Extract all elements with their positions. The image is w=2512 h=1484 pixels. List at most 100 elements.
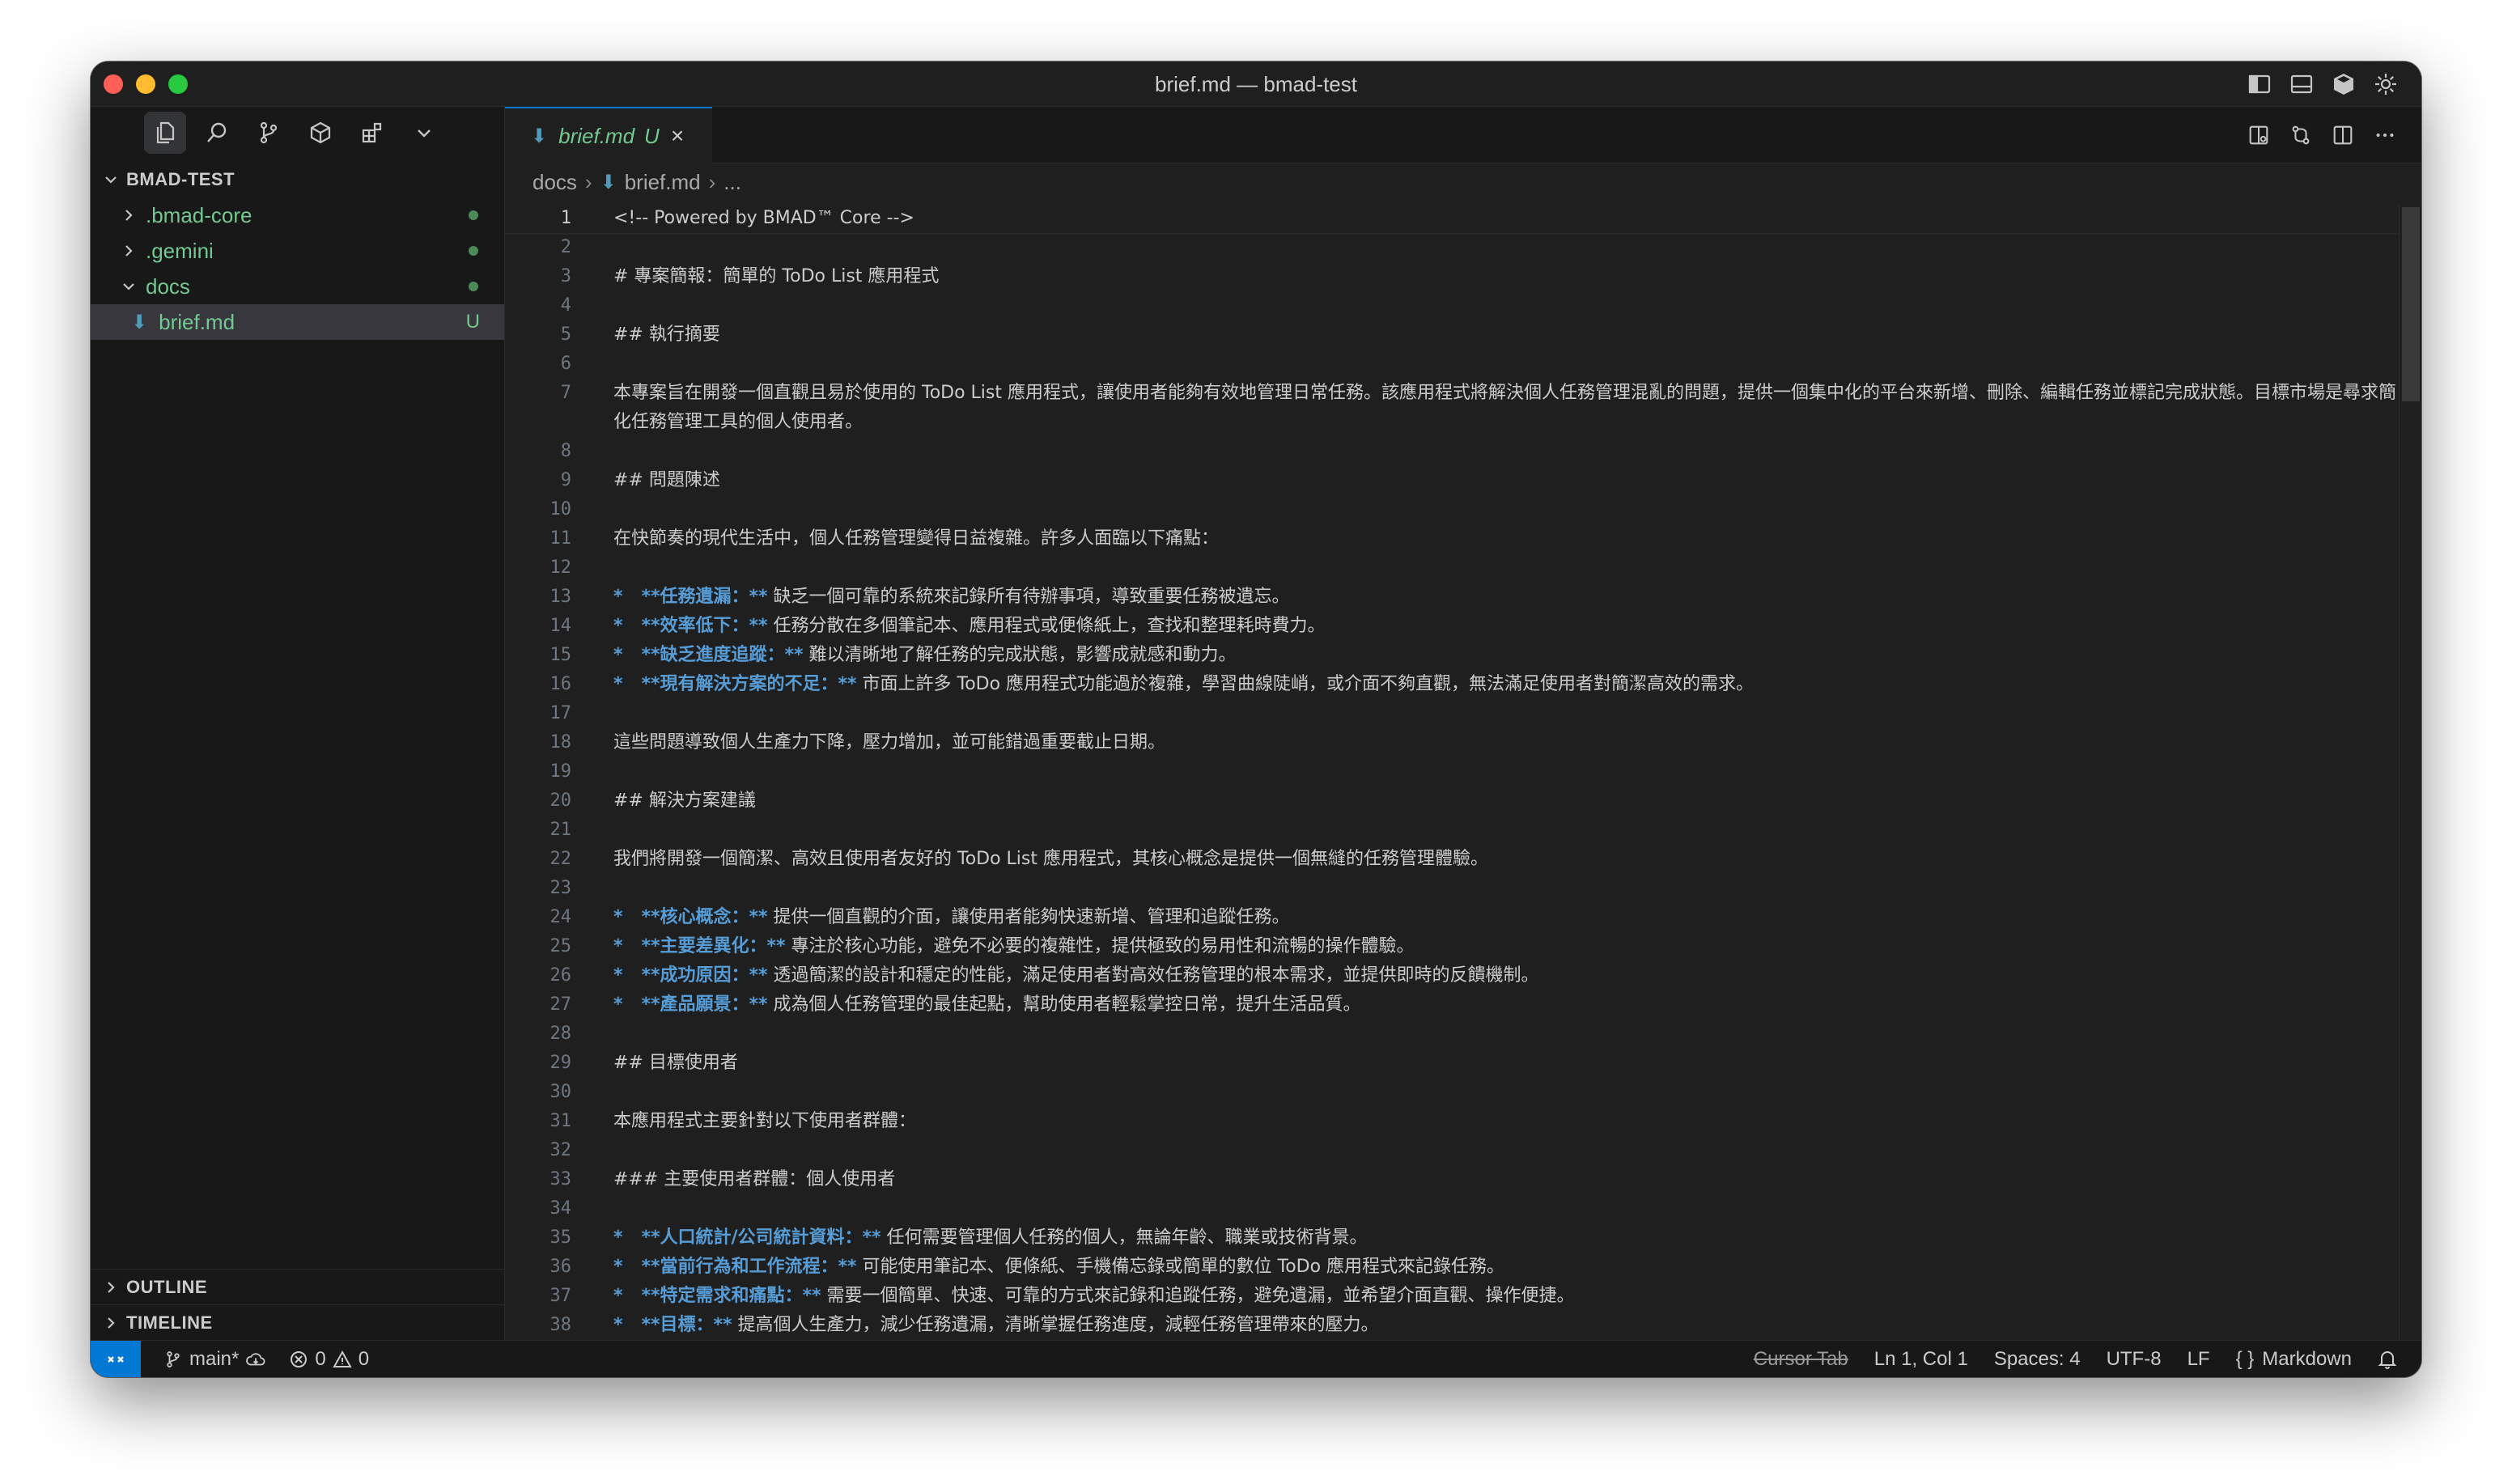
- code-line[interactable]: 15 * **缺乏進度追蹤：** 難以清晰地了解任務的完成狀態，影響成就感和動力。: [505, 641, 2399, 670]
- line-number: 18: [550, 732, 572, 753]
- line-text: * **人口統計/公司統計資料：** 任何需要管理個人任務的個人，無論年齡、職業…: [571, 1223, 2399, 1253]
- code-line[interactable]: 9 ## 問題陳述: [505, 466, 2399, 495]
- code-line[interactable]: 3 # 專案簡報：簡單的 ToDo List 應用程式: [505, 262, 2399, 291]
- code-line[interactable]: 2: [505, 233, 2399, 262]
- code-line[interactable]: 24 * **核心概念：** 提供一個直觀的介面，讓使用者能夠快速新增、管理和追蹤…: [505, 903, 2399, 932]
- chevron-down-icon: [418, 129, 431, 138]
- git-branch-status[interactable]: main*: [163, 1348, 266, 1371]
- code-line[interactable]: 19: [505, 757, 2399, 787]
- bold-token: * **核心概念：**: [613, 907, 768, 927]
- code-line[interactable]: 10: [505, 495, 2399, 524]
- tree-item-brief-md[interactable]: ⬇ brief.md U: [91, 304, 504, 340]
- line-text: [571, 757, 2399, 787]
- code-line[interactable]: 20 ## 解決方案建議: [505, 787, 2399, 816]
- source-control-button[interactable]: [248, 112, 290, 154]
- code-line[interactable]: 6: [505, 350, 2399, 379]
- code-line[interactable]: 36 * **當前行為和工作流程：** 可能使用筆記本、便條紙、手機備忘錄或簡單的…: [505, 1253, 2399, 1282]
- code-line[interactable]: 7 本專案旨在開發一個直觀且易於使用的 ToDo List 應用程式，讓使用者能夠…: [505, 379, 2399, 437]
- sync-cloud-icon[interactable]: [245, 1350, 266, 1369]
- code-line[interactable]: 26 * **成功原因：** 透過簡潔的設計和穩定的性能，滿足使用者對高效任務管理…: [505, 961, 2399, 990]
- code-line[interactable]: 8: [505, 437, 2399, 466]
- line-text: * **效率低下：** 任務分散在多個筆記本、應用程式或便條紙上，查找和整理耗時…: [571, 612, 2399, 641]
- line-text: ## 目標使用者: [571, 1049, 2399, 1078]
- timeline-panel-header[interactable]: TIMELINE: [91, 1304, 504, 1340]
- code-line[interactable]: 11 在快節奏的現代生活中，個人任務管理變得日益複雜。許多人面臨以下痛點：: [505, 524, 2399, 553]
- code-line[interactable]: 5 ## 執行摘要: [505, 320, 2399, 350]
- more-views-button[interactable]: [403, 112, 445, 154]
- code-line[interactable]: 13 * **任務遺漏：** 缺乏一個可靠的系統來記錄所有待辦事項，導致重要任務被…: [505, 583, 2399, 612]
- bold-token: * **任務遺漏：**: [613, 587, 768, 607]
- indentation-status[interactable]: Spaces: 4: [1994, 1348, 2081, 1371]
- search-button[interactable]: [196, 112, 238, 154]
- code-line[interactable]: 17: [505, 699, 2399, 728]
- code-line[interactable]: 32: [505, 1136, 2399, 1165]
- bold-token: * **成功原因：**: [613, 965, 768, 986]
- split-editor-icon[interactable]: [2331, 123, 2355, 147]
- more-actions-icon[interactable]: [2373, 123, 2397, 147]
- extensions-icon: [362, 122, 382, 143]
- code-line[interactable]: 14 * **效率低下：** 任務分散在多個筆記本、應用程式或便條紙上，查找和整理…: [505, 612, 2399, 641]
- code-line[interactable]: 35 * **人口統計/公司統計資料：** 任何需要管理個人任務的個人，無論年齡、…: [505, 1223, 2399, 1253]
- tree-item-label: .bmad-core: [146, 202, 252, 227]
- gear-icon[interactable]: [2373, 71, 2399, 97]
- code-line[interactable]: 18 這些問題導致個人生產力下降，壓力增加，並可能錯過重要截止日期。: [505, 728, 2399, 757]
- breadcrumb-docs[interactable]: docs: [533, 170, 577, 195]
- compare-changes-icon[interactable]: [2289, 123, 2313, 147]
- search-icon: [207, 122, 227, 142]
- code-line[interactable]: 27 * **產品願景：** 成為個人任務管理的最佳起點，幫助使用者輕鬆掌控日常，…: [505, 990, 2399, 1020]
- breadcrumb-file[interactable]: brief.md: [625, 170, 701, 195]
- encoding-status[interactable]: UTF-8: [2107, 1348, 2162, 1371]
- tab-label: brief.md: [558, 123, 635, 148]
- line-number: 35: [550, 1227, 572, 1248]
- tree-item-docs[interactable]: docs: [91, 269, 504, 304]
- tree-item-bmad-core[interactable]: .bmad-core: [91, 197, 504, 233]
- heading-token: ### 主要使用者群體：個人使用者: [613, 1169, 896, 1189]
- bell-icon[interactable]: [2378, 1349, 2397, 1370]
- explorer-root-header[interactable]: BMAD-TEST: [91, 162, 504, 197]
- toggle-panel-icon[interactable]: [2289, 71, 2315, 97]
- line-number: 6: [560, 354, 571, 374]
- cursor-tab-status[interactable]: Cursor Tab: [1754, 1348, 1848, 1371]
- code-line[interactable]: 37 * **特定需求和痛點：** 需要一個簡單、快速、可靠的方式來記錄和追蹤任務…: [505, 1282, 2399, 1311]
- code-line[interactable]: 34: [505, 1194, 2399, 1223]
- tree-item-gemini[interactable]: .gemini: [91, 233, 504, 269]
- eol-status[interactable]: LF: [2187, 1348, 2210, 1371]
- code-line[interactable]: 21: [505, 816, 2399, 845]
- cursor-position[interactable]: Ln 1, Col 1: [1874, 1348, 1968, 1371]
- code-editor[interactable]: 1 <!-- Powered by BMAD™ Core --> 2 3 # 專案簡報：…: [505, 204, 2399, 1340]
- toggle-primary-sidebar-icon[interactable]: [2247, 71, 2272, 97]
- code-line[interactable]: 29 ## 目標使用者: [505, 1049, 2399, 1078]
- breadcrumb-symbols[interactable]: ...: [723, 170, 741, 195]
- code-line[interactable]: 31 本應用程式主要針對以下使用者群體：: [505, 1107, 2399, 1136]
- code-line[interactable]: 28: [505, 1020, 2399, 1049]
- run-debug-button[interactable]: [299, 112, 342, 154]
- code-line[interactable]: 1 <!-- Powered by BMAD™ Core -->: [505, 204, 2399, 235]
- heading-token: ## 問題陳述: [613, 470, 720, 490]
- problems-status[interactable]: 0 0: [289, 1348, 369, 1371]
- outline-panel-header[interactable]: OUTLINE: [91, 1269, 504, 1304]
- code-line[interactable]: 25 * **主要差異化：** 專注於核心功能，避免不必要的複雜性，提供極致的易用…: [505, 932, 2399, 961]
- code-line[interactable]: 38 * **目標：** 提高個人生產力，減少任務遺漏，清晰掌握任務進度，減輕任務…: [505, 1311, 2399, 1340]
- code-line[interactable]: 16 * **現有解決方案的不足：** 市面上許多 ToDo 應用程式功能過於複雜…: [505, 670, 2399, 699]
- line-number: 14: [550, 616, 572, 636]
- language-mode[interactable]: { } Markdown: [2236, 1348, 2352, 1371]
- line-number: 21: [550, 820, 572, 840]
- chevron-down-icon: [123, 283, 134, 290]
- tab-brief-md[interactable]: ⬇ brief.md U ×: [505, 107, 712, 163]
- code-line[interactable]: 30: [505, 1078, 2399, 1107]
- open-preview-icon[interactable]: [2247, 123, 2271, 147]
- extensions-button[interactable]: [351, 112, 393, 154]
- close-tab-icon[interactable]: ×: [671, 123, 684, 149]
- code-line[interactable]: 12: [505, 553, 2399, 583]
- chevron-right-icon: [125, 210, 133, 221]
- explorer-button[interactable]: [144, 112, 186, 154]
- cube-icon[interactable]: [2331, 71, 2357, 97]
- scrollbar-thumb[interactable]: [2402, 207, 2420, 401]
- remote-indicator-button[interactable]: [91, 1340, 141, 1377]
- code-line[interactable]: 23: [505, 874, 2399, 903]
- line-text: * **特定需求和痛點：** 需要一個簡單、快速、可靠的方式來記錄和追蹤任務，避…: [571, 1282, 2399, 1311]
- line-number: 29: [550, 1053, 572, 1073]
- code-line[interactable]: 22 我們將開發一個簡潔、高效且使用者友好的 ToDo List 應用程式，其核心…: [505, 845, 2399, 874]
- code-line[interactable]: 4: [505, 291, 2399, 320]
- code-line[interactable]: 33 ### 主要使用者群體：個人使用者: [505, 1165, 2399, 1194]
